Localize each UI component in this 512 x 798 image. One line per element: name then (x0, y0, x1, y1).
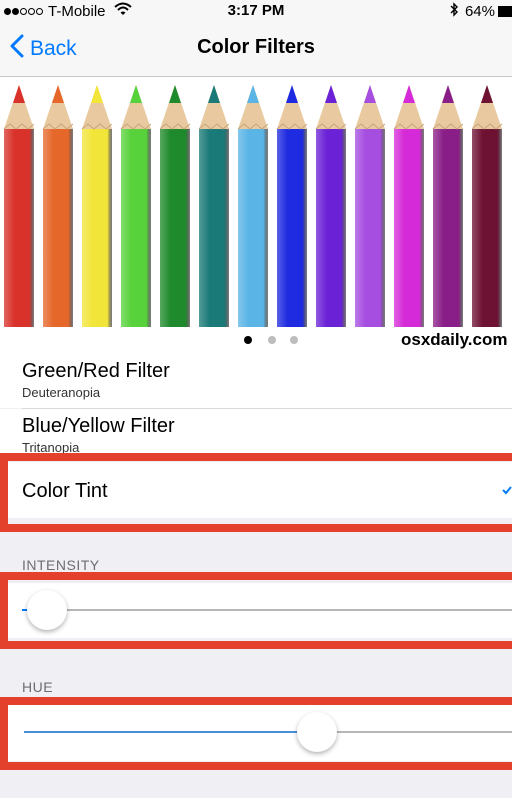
filter-subtitle: Deuteranopia (22, 385, 101, 400)
highlight-box (0, 453, 512, 532)
bluetooth-icon (449, 2, 459, 21)
filter-row-green-red[interactable]: Green/Red Filter Deuteranopia (0, 354, 512, 408)
status-bar: T-Mobile 3:17 PM 64% (0, 0, 512, 22)
pencil-image (0, 77, 38, 327)
filter-title: Green/Red Filter (22, 360, 170, 382)
pencil-image (234, 77, 272, 327)
hue-header: HUE (22, 679, 54, 695)
filter-row-blue-yellow[interactable]: Blue/Yellow Filter Tritanopia (0, 409, 512, 455)
pencil-image (429, 77, 467, 327)
battery-percent: 64% (464, 3, 495, 20)
status-time: 3:17 PM (227, 2, 285, 19)
page-dot[interactable] (268, 336, 276, 344)
highlight-box (0, 697, 512, 770)
intensity-header: INTENSITY (22, 557, 100, 573)
navigation-bar: Back Color Filters (0, 22, 512, 77)
page-dot[interactable] (290, 336, 298, 344)
status-right: 64% (449, 2, 512, 21)
pencil-image (351, 77, 389, 327)
pencil-image (195, 77, 233, 327)
battery-icon (498, 6, 512, 17)
watermark-text: osxdaily.com (401, 330, 508, 349)
page-title: Color Filters (197, 36, 315, 58)
pencil-image (156, 77, 194, 327)
highlight-box (0, 572, 512, 649)
filter-title: Blue/Yellow Filter (22, 415, 175, 437)
pencil-image (78, 77, 116, 327)
page-dot[interactable] (244, 336, 252, 344)
pencil-image (390, 77, 428, 327)
preview-pager: osxdaily.com (0, 327, 512, 354)
pencil-image (468, 77, 506, 327)
pencil-image (117, 77, 155, 327)
color-pencils-preview[interactable] (0, 77, 512, 327)
pencil-image (312, 77, 350, 327)
pencil-image (39, 77, 77, 327)
pencil-image (273, 77, 311, 327)
